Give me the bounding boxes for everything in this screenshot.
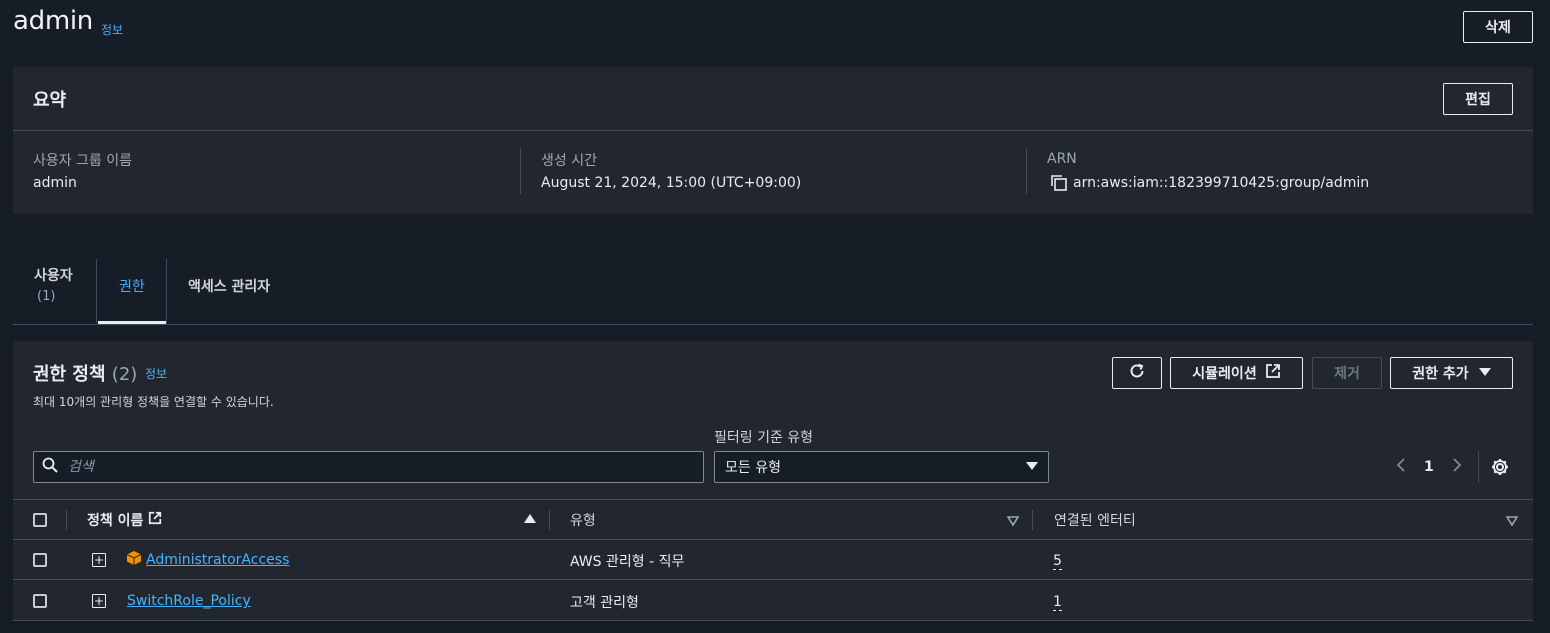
arn-label: ARN: [1047, 151, 1077, 167]
summary-title: 요약: [33, 90, 67, 111]
simulate-button[interactable]: 시뮬레이션: [1170, 357, 1303, 389]
tab-access-advisor[interactable]: 액세스 관리자: [188, 276, 270, 296]
group-name-label: 사용자 그룹 이름: [33, 153, 133, 169]
created-label: 생성 시간: [541, 153, 597, 169]
policies-description: 최대 10개의 관리형 정책을 연결할 수 있습니다.: [33, 395, 274, 409]
aws-managed-cube-icon: [126, 550, 142, 570]
expand-row-icon[interactable]: +: [92, 553, 106, 567]
external-link-icon: [1265, 363, 1281, 383]
select-all-checkbox[interactable]: [33, 513, 47, 527]
filter-type-label: 필터링 기준 유형: [714, 430, 814, 446]
policy-link[interactable]: SwitchRole_Policy: [127, 593, 251, 609]
search-icon: [42, 457, 58, 477]
summary-divider: [1026, 148, 1027, 194]
page-title: admin: [13, 6, 93, 36]
attached-entities-count[interactable]: 1: [1053, 594, 1062, 611]
add-permissions-label: 권한 추가: [1412, 366, 1469, 382]
row-checkbox[interactable]: [33, 553, 47, 567]
page-number[interactable]: 1: [1424, 459, 1434, 475]
column-divider: [66, 510, 67, 530]
policies-info-link[interactable]: 정보: [145, 365, 167, 382]
table-header: 정책 이름 유형 연결된 엔터티: [13, 499, 1533, 540]
arn-value: arn:aws:iam::182399710425:group/admin: [1073, 175, 1370, 191]
summary-header: 요약 편집: [13, 67, 1533, 131]
gear-icon[interactable]: [1490, 457, 1510, 481]
caret-down-icon: [1478, 365, 1491, 381]
search-field[interactable]: [33, 451, 704, 483]
pagination: 1: [1396, 458, 1462, 476]
edit-button[interactable]: 편집: [1443, 83, 1513, 115]
column-header-name[interactable]: 정책 이름: [87, 510, 162, 530]
column-divider: [1032, 510, 1033, 530]
simulate-label: 시뮬레이션: [1192, 366, 1257, 382]
tab-bar-divider: [13, 324, 1533, 325]
tab-divider: [96, 259, 97, 323]
column-header-type[interactable]: 유형: [570, 510, 596, 530]
policy-type: AWS 관리형 - 직무: [570, 554, 685, 570]
column-header-entities[interactable]: 연결된 엔터티: [1054, 510, 1136, 530]
permissions-policies-panel: 권한 정책 (2) 정보 최대 10개의 관리형 정책을 연결할 수 있습니다.…: [13, 341, 1533, 621]
tab-users-count: (1): [37, 289, 56, 304]
group-name-value: admin: [33, 175, 77, 191]
row-checkbox[interactable]: [33, 594, 47, 608]
summary-panel: 요약 편집 사용자 그룹 이름 admin 생성 시간 August 21, 2…: [13, 67, 1533, 214]
external-link-icon: [148, 511, 162, 529]
add-permissions-button[interactable]: 권한 추가: [1390, 357, 1513, 389]
type-filter-value: 모든 유형: [725, 460, 781, 476]
pager-divider: [1478, 451, 1479, 483]
refresh-button[interactable]: [1112, 357, 1162, 389]
type-filter-select[interactable]: 모든 유형: [714, 451, 1049, 483]
chevron-left-icon[interactable]: [1396, 458, 1406, 476]
tab-users[interactable]: 사용자: [34, 265, 73, 285]
column-divider: [549, 510, 550, 530]
policy-type: 고객 관리형: [570, 595, 639, 611]
policies-title: 권한 정책 (2): [33, 360, 137, 386]
policies-count: (2): [111, 364, 138, 385]
header-info-link[interactable]: 정보: [101, 21, 123, 38]
copy-icon[interactable]: [1050, 174, 1068, 196]
table-row: + AdministratorAccess AWS 관리형 - 직무 5: [13, 540, 1533, 580]
sort-icon[interactable]: [1006, 514, 1020, 530]
tab-divider: [166, 259, 167, 323]
column-name-label: 정책 이름: [87, 513, 144, 529]
delete-button[interactable]: 삭제: [1463, 11, 1533, 43]
summary-divider: [520, 148, 521, 194]
attached-entities-count[interactable]: 5: [1053, 553, 1062, 570]
search-input[interactable]: [68, 459, 668, 475]
remove-button[interactable]: 제거: [1312, 357, 1382, 389]
policy-link[interactable]: AdministratorAccess: [146, 552, 289, 568]
caret-down-icon: [1026, 459, 1038, 475]
policies-title-text: 권한 정책: [33, 364, 106, 385]
chevron-right-icon[interactable]: [1452, 458, 1462, 476]
expand-row-icon[interactable]: +: [92, 594, 106, 608]
table-row: + SwitchRole_Policy 고객 관리형 1: [13, 581, 1533, 621]
sort-ascending-icon[interactable]: [524, 513, 536, 529]
sort-icon[interactable]: [1505, 514, 1519, 530]
refresh-icon: [1128, 362, 1146, 384]
tab-permissions[interactable]: 권한: [119, 276, 145, 296]
created-value: August 21, 2024, 15:00 (UTC+09:00): [541, 175, 802, 191]
